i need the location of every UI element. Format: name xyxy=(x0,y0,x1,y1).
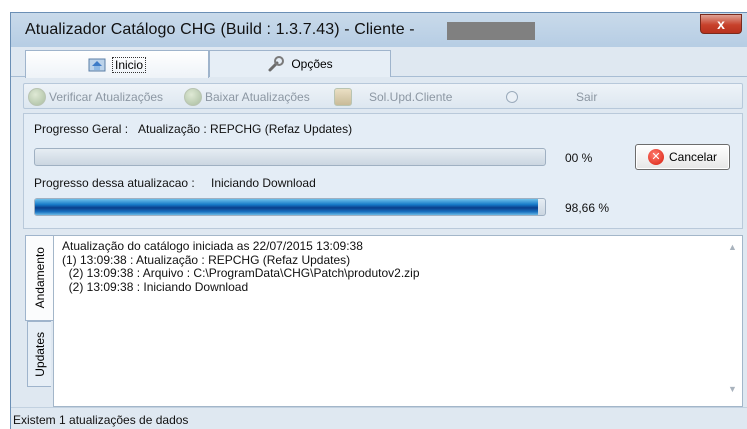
main-tabs: Inicio Opções xyxy=(11,47,747,78)
verificar-label: Verificar Atualizações xyxy=(49,90,164,104)
redacted-client-name xyxy=(447,22,535,40)
cancelar-label: Cancelar xyxy=(668,150,718,164)
toolbar: Verificar Atualizações Baixar Atualizaçõ… xyxy=(23,83,743,109)
cancel-x-icon: ✕ xyxy=(647,149,664,165)
log-line: (2) 13:09:38 : Iniciando Download xyxy=(62,279,249,294)
scroll-up-arrow-icon[interactable]: ▲ xyxy=(728,242,737,252)
progresso-geral-status: Atualização : REPCHG (Refaz Updates) xyxy=(138,122,353,136)
progresso-atual-label: Progresso dessa atualizacao : xyxy=(34,176,195,190)
tab-inicio-label: Inicio xyxy=(111,56,146,73)
side-tabs: Andamento Updates xyxy=(23,235,53,407)
home-icon xyxy=(88,58,106,71)
log-area: Andamento Updates Atualização do catálog… xyxy=(23,235,743,407)
solupd-label: Sol.Upd.Cliente xyxy=(369,90,453,104)
close-button[interactable]: x xyxy=(700,14,742,34)
tab-andamento-label: Andamento xyxy=(32,247,47,309)
tab-opcoes-label: Opções xyxy=(291,57,333,71)
wrench-icon xyxy=(268,56,285,72)
progresso-atual-fill xyxy=(35,199,539,215)
toolbar-options-button[interactable] xyxy=(506,87,518,107)
log-lines: Atualização do catálogo iniciada as 22/0… xyxy=(62,239,420,294)
log-textbox[interactable]: Atualização do catálogo iniciada as 22/0… xyxy=(53,235,743,407)
progresso-atual-percent: 98,66 % xyxy=(565,201,610,215)
baixar-atualizacoes-button[interactable]: Baixar Atualizações xyxy=(184,87,310,107)
log-line: (2) 13:09:38 : Arquivo : C:\ProgramData\… xyxy=(62,266,420,280)
scroll-down-arrow-icon[interactable]: ▼ xyxy=(728,384,737,394)
download-icon xyxy=(184,88,202,106)
title-bar: Atualizador Catálogo CHG (Build : 1.3.7.… xyxy=(11,13,747,47)
tab-inicio[interactable]: Inicio xyxy=(25,50,209,78)
status-text: Existem 1 atualizações de dados xyxy=(13,413,189,427)
log-scrollbar[interactable]: ▲ ▼ xyxy=(724,236,742,406)
cancelar-button[interactable]: ✕ Cancelar xyxy=(635,144,730,170)
tab-updates[interactable]: Updates xyxy=(27,321,51,387)
progresso-geral-bar xyxy=(34,148,546,166)
tab-updates-label: Updates xyxy=(32,331,47,377)
tab-andamento[interactable]: Andamento xyxy=(25,235,53,321)
progresso-geral-percent: 00 % xyxy=(565,151,593,165)
baixar-label: Baixar Atualizações xyxy=(205,90,310,104)
app-window: Atualizador Catálogo CHG (Build : 1.3.7.… xyxy=(10,12,747,429)
window-title: Atualizador Catálogo CHG (Build : 1.3.7.… xyxy=(25,21,415,38)
circle-option-icon xyxy=(506,91,518,103)
log-line: Atualização do catálogo iniciada as 22/0… xyxy=(62,239,363,253)
refresh-icon xyxy=(28,88,46,106)
log-line: (1) 13:09:38 : Atualização : REPCHG (Ref… xyxy=(62,252,351,267)
progresso-atual-bar xyxy=(34,198,546,216)
progresso-atual-status: Iniciando Download xyxy=(211,176,316,190)
progress-panel: Progresso Geral : Atualização : REPCHG (… xyxy=(23,113,743,229)
progresso-geral-label: Progresso Geral : xyxy=(34,122,129,136)
package-icon xyxy=(334,88,352,106)
status-bar: Existem 1 atualizações de dados xyxy=(11,407,747,429)
verificar-atualizacoes-button[interactable]: Verificar Atualizações xyxy=(28,87,163,107)
tab-opcoes[interactable]: Opções xyxy=(209,50,391,77)
sair-label: Sair xyxy=(576,90,598,104)
sair-button[interactable]: Sair xyxy=(576,87,597,107)
sol-upd-cliente-button[interactable]: Sol.Upd.Cliente xyxy=(334,87,452,107)
